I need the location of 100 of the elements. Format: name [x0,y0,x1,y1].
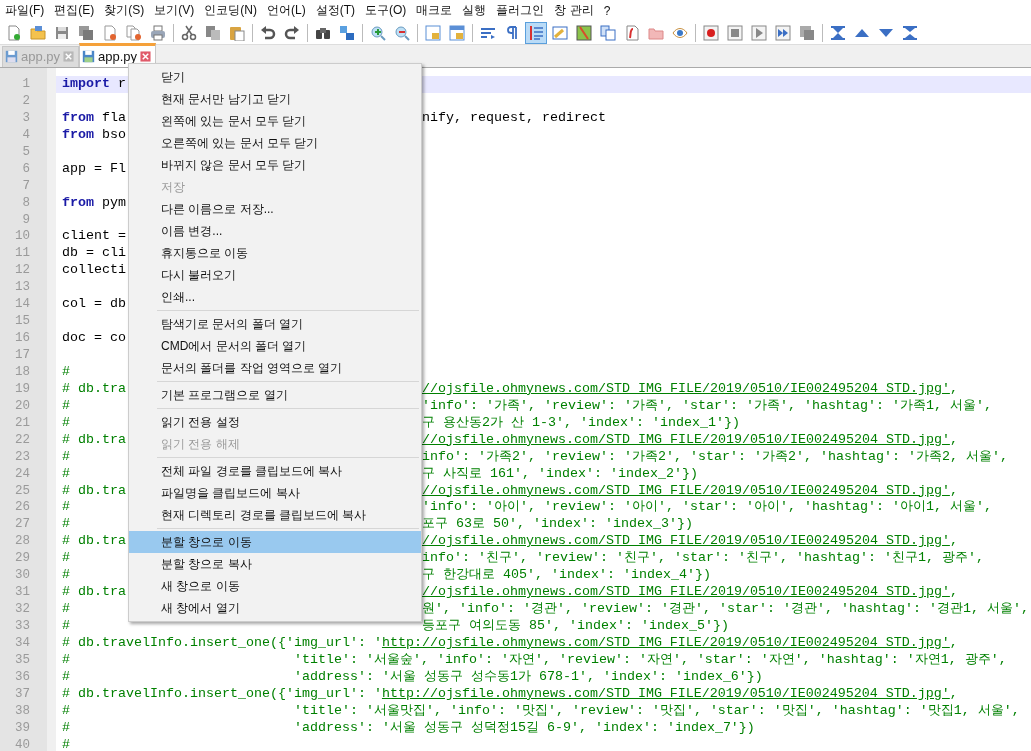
menu-item[interactable]: ? [600,3,618,18]
menu-item[interactable]: 바뀌지 않은 문서 모두 닫기 [129,154,421,176]
code-line: from bso [62,126,126,144]
line-number: 39 [14,719,31,737]
line-number: 36 [14,668,31,686]
code-line: # db.travelInfo.insert_one({'img_url': 'http://ojsfile.ohmynews.com/STD_IMG_FILE/2019/0510/IE002495204_STD.jpg', [62,634,958,652]
code-line: 구 한강대로 405', 'index': 'index_4'}) [422,567,711,585]
menu-item[interactable]: 다시 불러오기 [129,264,421,286]
code-line: 'info': '아이', 'review': '아이', 'star': '아이', 'hashtag': '아이1, 서울', [422,499,992,517]
line-number: 9 [21,211,31,229]
menu-item[interactable]: 전체 파일 경로를 클립보드에 복사 [129,460,421,482]
code-line: import r [62,76,126,93]
menu-item[interactable]: 편집(E) [51,2,102,19]
menu-item[interactable]: 왼쪽에 있는 문서 모두 닫기 [129,110,421,132]
menu-item[interactable]: 다른 이름으로 저장... [129,198,421,220]
code-line: 포구 63로 50', 'index': 'index_3'}) [422,516,693,534]
menu-item[interactable]: 매크로 [413,2,460,19]
menu-item[interactable]: CMD에서 문서의 폴더 열기 [129,335,421,357]
menu-item[interactable]: 휴지통으로 이동 [129,242,421,264]
indent-guide-icon[interactable] [525,21,547,44]
code-line: from pym [62,194,126,212]
menu-item[interactable]: 분할 창으로 이동 [129,531,421,553]
code-line: # db.tra [62,431,126,449]
menu-item[interactable]: 보기(V) [151,2,202,19]
line-number: 13 [14,279,31,297]
code-line: # [62,397,70,415]
code-line: 구 사직로 161', 'index': 'index_2'}) [422,465,698,483]
line-number: 14 [14,296,31,314]
menu-item[interactable]: 닫기 [129,66,421,88]
menu-item[interactable]: 창 관리 [551,2,601,19]
line-number: 11 [14,245,31,263]
menu-item[interactable]: 언어(L) [264,2,313,19]
code-line: # [62,499,70,517]
code-line: app = Fl [62,160,126,178]
close-icon[interactable] [140,50,152,62]
code-line: col = db [62,296,126,314]
code-line: 구 용산동2가 산 1-3', 'index': 'index_1'}) [422,414,740,432]
code-line: collecti [62,262,126,280]
line-number: 5 [21,143,31,161]
line-number: 31 [14,584,31,602]
code-line: 원', 'info': '경관', 'review': '경관', 'star': '경관', 'hashtag': '경관1, 서울', [422,601,1029,618]
code-line: # [62,567,70,585]
code-line: info': '친구', 'review': '친구', 'star': '친구', 'hashtag': '친구1, 광주', [422,550,984,568]
code-line: # [62,601,70,618]
menu-item[interactable]: 찾기(S) [101,2,152,19]
line-number: 18 [14,363,31,381]
menu-item[interactable]: 도구(O) [362,2,414,19]
menu-item[interactable]: 플러그인 [493,2,552,19]
menu-item[interactable]: 새 창에서 열기 [129,597,421,619]
menu-item[interactable]: 분할 창으로 복사 [129,553,421,575]
file-tab[interactable]: app.py [79,43,157,67]
line-number: 20 [14,397,31,415]
code-line: db = cli [62,245,126,263]
code-line: 'info': '가족', 'review': '가족', 'star': '가족', 'hashtag': '가족1, 서울', [422,397,992,415]
code-line: doc = co [62,330,126,347]
line-number: 1 [21,76,31,93]
code-line: # [62,363,70,381]
code-line: # db.tra [62,380,126,398]
line-number: 22 [14,431,31,449]
code-line: //ojsfile.ohmynews.com/STD_IMG_FILE/2019/0510/IE002495204_STD.jpg', [422,533,958,551]
menu-item[interactable]: 실행 [459,2,494,19]
menu-item[interactable]: 탐색기로 문서의 폴더 열기 [129,313,421,335]
line-number: 4 [21,126,31,144]
menu-item[interactable]: 인쇄... [129,286,421,308]
code-line: # [62,736,70,751]
menu-item[interactable]: 기본 프로그램으로 열기 [129,384,421,406]
line-number: 19 [14,380,31,398]
line-number: 32 [14,601,31,618]
menu-item[interactable]: 현재 디렉토리 경로를 클립보드에 복사 [129,504,421,526]
line-number: 8 [21,194,31,212]
menu-item[interactable]: 현재 문서만 남기고 닫기 [129,88,421,110]
menu-item[interactable]: 인코딩(N) [201,2,264,19]
code-line: # db.tra [62,533,126,551]
menu-item[interactable]: 읽기 전용 설정 [129,411,421,433]
menu-item[interactable]: 오른쪽에 있는 문서 모두 닫기 [129,132,421,154]
line-number: 3 [21,109,31,127]
line-number: 30 [14,567,31,585]
menu-item[interactable]: 문서의 폴더를 작업 영역으로 열기 [129,357,421,379]
menu-item[interactable]: 파일(F) [2,2,52,19]
menu-item[interactable]: 이름 변경... [129,220,421,242]
line-number: 40 [14,736,31,751]
code-line: # [62,618,70,635]
code-line: //ojsfile.ohmynews.com/STD_IMG_FILE/2019/0510/IE002495204_STD.jpg', [422,584,958,602]
code-line: //ojsfile.ohmynews.com/STD_IMG_FILE/2019/0510/IE002495204_STD.jpg', [422,431,958,449]
line-number: 29 [14,550,31,568]
code-line: # [62,414,70,432]
code-line: client = [62,228,126,246]
code-line: # [62,448,70,466]
menu-item[interactable]: 파일명을 클립보드에 복사 [129,482,421,504]
code-line: # 'address': '서울 성동구 성덕정15길 6-9', 'index': 'index_7'}) [62,719,755,737]
line-number: 24 [14,465,31,483]
menu-item[interactable]: 설정(T) [312,2,362,19]
line-number: 28 [14,533,31,551]
line-number: 26 [14,499,31,517]
line-number: 6 [21,160,31,178]
line-number: 23 [14,448,31,466]
menu-item[interactable]: 새 창으로 이동 [129,575,421,597]
line-number: 12 [14,262,31,280]
code-line: # db.tra [62,482,126,500]
line-number: 35 [14,651,31,669]
